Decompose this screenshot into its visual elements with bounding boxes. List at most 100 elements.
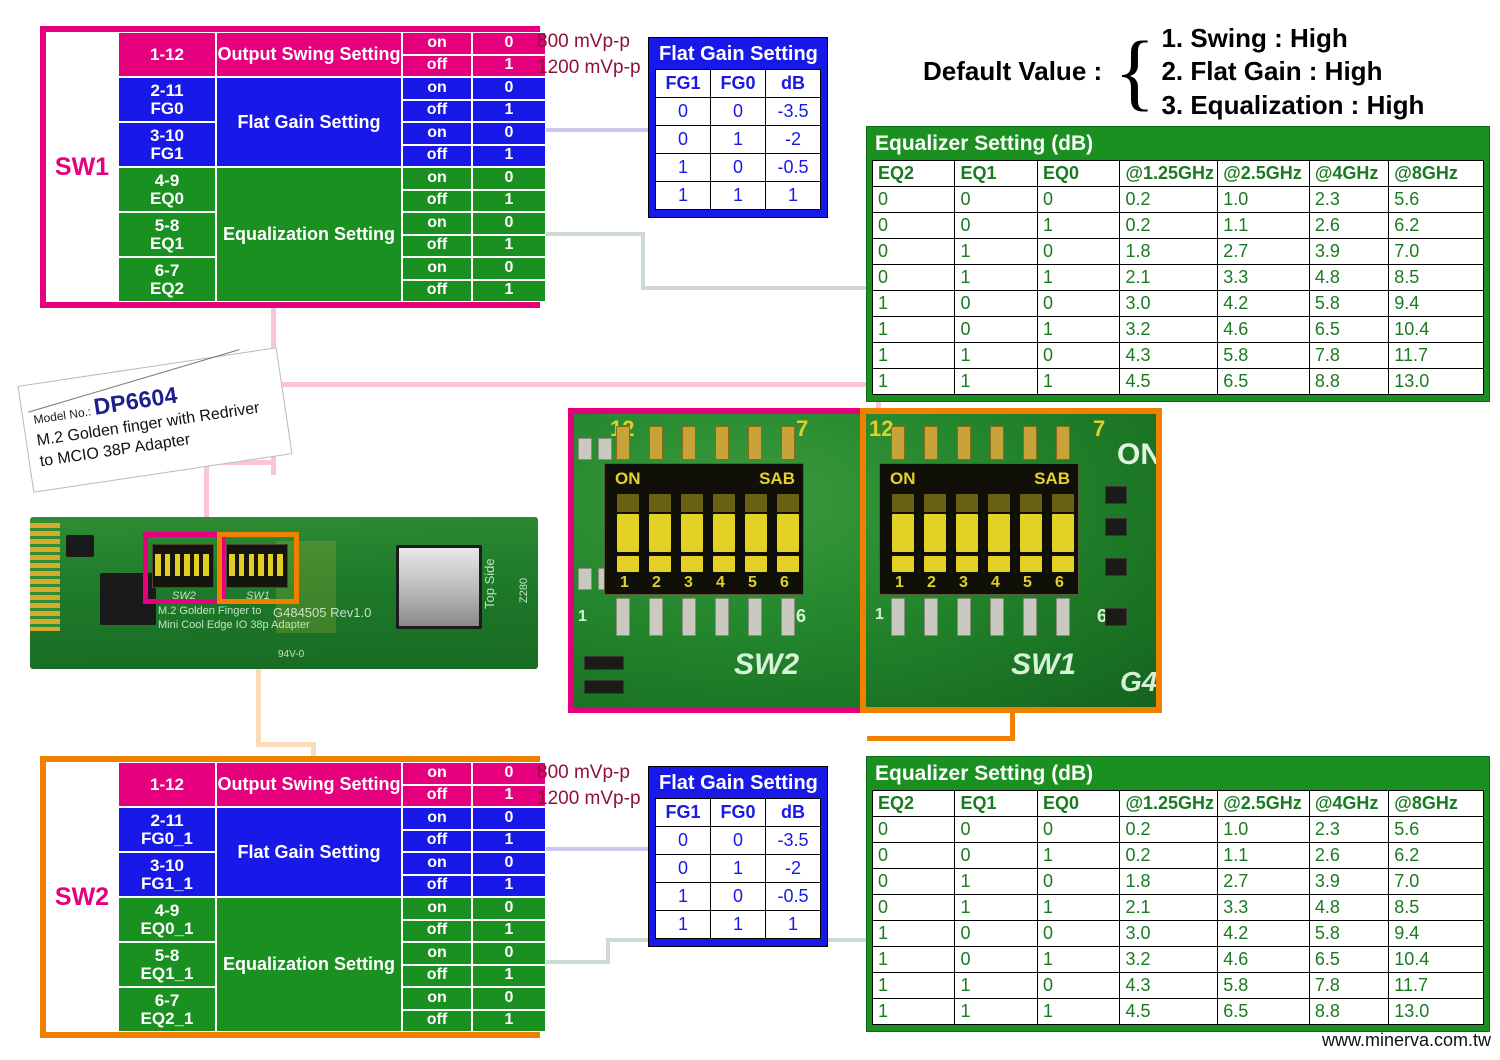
sw1-value: 1: [472, 144, 546, 167]
sw1-pin-2-11: 2-11 FG0: [118, 77, 216, 122]
cell: 1.1: [1217, 212, 1310, 239]
col-eq0: EQ0: [1036, 160, 1121, 187]
sw1-desc-equalization: Equalization Setting: [216, 167, 402, 302]
default-item-equalization: 3. Equalization : High: [1161, 89, 1425, 120]
table-row: 1 1 1 4.5 6.5 8.8 13.0: [871, 368, 1484, 395]
equalizer-table-bottom: Equalizer Setting (dB) EQ2 EQ1 EQ0 @1.25…: [866, 756, 1490, 1032]
table-row: 0 1 0 1.8 2.7 3.9 7.0: [871, 868, 1484, 895]
cell: 8.8: [1308, 368, 1390, 395]
cell: 3.0: [1119, 290, 1219, 317]
cell: 2.6: [1308, 212, 1390, 239]
sw1-value: 1: [472, 234, 546, 257]
cell: 2.7: [1217, 238, 1310, 265]
cell: 4.6: [1217, 316, 1310, 343]
sw1-value: 1: [472, 279, 546, 302]
cell: 1: [871, 342, 956, 369]
sw2-table: SW2 1-12 Output Swing Setting on 0 off 1…: [40, 756, 546, 1038]
cell: 5.8: [1308, 290, 1390, 317]
cell: -2: [765, 854, 821, 883]
col-8ghz: @8GHz: [1388, 160, 1484, 187]
cell: 7.8: [1308, 972, 1390, 999]
diagram-page: SW1 1-12 Output Swing Setting on 0 off 1…: [0, 0, 1500, 1060]
sw2-pin-6-7: 6-7 EQ2_1: [118, 987, 216, 1032]
cell: 0.2: [1119, 842, 1219, 869]
sw2-value: 0: [472, 942, 546, 965]
connector-sw1-equalizer-h1: [535, 232, 645, 236]
cell: 1: [871, 290, 956, 317]
table-row: 0 1 -2: [655, 125, 821, 154]
cell: 0: [1036, 238, 1121, 265]
cell: -3.5: [765, 97, 821, 126]
sw2-value: 0: [472, 807, 546, 830]
cell: 11.7: [1388, 972, 1484, 999]
cell: 10.4: [1388, 946, 1484, 973]
cell: -0.5: [765, 153, 821, 182]
table-header-row: EQ2 EQ1 EQ0 @1.25GHz @2.5GHz @4GHz @8GHz: [871, 160, 1484, 187]
sw1-state: on: [402, 167, 472, 190]
cell: 4.8: [1308, 894, 1390, 921]
sw2-pin-2-11: 2-11 FG0_1: [118, 807, 216, 852]
cell: 0: [1036, 972, 1121, 999]
pcb-silk-rev: G484505 Rev1.0: [273, 605, 372, 620]
default-value-items: 1. Swing : High 2. Flat Gain : High 3. E…: [1161, 22, 1424, 122]
connector-sw2-equalizer-h1: [535, 960, 610, 964]
sw1-pin-4-9: 4-9 EQ0: [118, 167, 216, 212]
cell: 4.8: [1308, 264, 1390, 291]
table-row: 1 0 -0.5: [655, 882, 821, 911]
col-4ghz: @4GHz: [1308, 790, 1390, 817]
cell: 1: [710, 854, 766, 883]
cell: 11.7: [1388, 342, 1484, 369]
cell: 0: [871, 238, 956, 265]
cell: 1: [954, 998, 1038, 1025]
sw2-state: on: [402, 897, 472, 920]
pcb-gold-fingers: [30, 523, 60, 631]
pcb-silk-line1: M.2 Golden Finger to: [158, 605, 262, 617]
cell: 5.8: [1308, 920, 1390, 947]
sw2-value: 1: [472, 784, 546, 807]
cell: 1: [765, 910, 821, 939]
cell: 1: [954, 264, 1038, 291]
dip-photo-highlight-sw1: [860, 408, 1162, 713]
cell: 0.2: [1119, 816, 1219, 843]
connector-sw1-equalizer-v: [641, 232, 645, 290]
cell: 8.8: [1308, 998, 1390, 1025]
sw2-state: off: [402, 1009, 472, 1032]
footer-url[interactable]: www.minerva.com.tw: [1322, 1030, 1491, 1051]
sw2-value: 1: [472, 1009, 546, 1032]
col-4ghz: @4GHz: [1308, 160, 1390, 187]
col-eq2: EQ2: [871, 160, 956, 187]
sw1-pin-1-12: 1-12: [118, 32, 216, 77]
cell: -0.5: [765, 882, 821, 911]
cell: 1: [871, 368, 956, 395]
table-row: 1 0 0 3.0 4.2 5.8 9.4: [871, 920, 1484, 947]
cell: 1: [1036, 998, 1121, 1025]
cell: 1: [1036, 316, 1121, 343]
default-item-swing: 1. Swing : High: [1161, 23, 1348, 53]
cell: 1.8: [1119, 868, 1219, 895]
cell: 1.1: [1217, 842, 1310, 869]
sw1-pin-3-10: 3-10 FG1: [118, 122, 216, 167]
col-eq1: EQ1: [954, 160, 1038, 187]
cell: 4.5: [1119, 368, 1219, 395]
sw2-state: on: [402, 852, 472, 875]
col-fg1: FG1: [655, 69, 711, 98]
pcb-silk-sw1: SW1: [246, 590, 270, 602]
table-row: 1 1 0 4.3 5.8 7.8 11.7: [871, 972, 1484, 999]
cell: 7.8: [1308, 342, 1390, 369]
sw2-state: off: [402, 919, 472, 942]
cell: 1: [765, 181, 821, 210]
sw2-desc-flat-gain: Flat Gain Setting: [216, 807, 402, 897]
sw2-state: on: [402, 987, 472, 1010]
cell: 2.3: [1308, 186, 1390, 213]
table-row: 0 1 1 2.1 3.3 4.8 8.5: [871, 264, 1484, 291]
flat-gain-title: Flat Gain Setting: [659, 772, 818, 794]
pcb-silk-line2: Mini Cool Edge IO 38p Adapter: [158, 619, 310, 631]
col-fg0: FG0: [710, 798, 766, 827]
sw1-state: off: [402, 54, 472, 77]
cell: 4.6: [1217, 946, 1310, 973]
cell: 0: [710, 97, 766, 126]
connector-pcb-sw2-v1: [256, 658, 261, 746]
cell: 6.2: [1388, 212, 1484, 239]
cell: 10.4: [1388, 316, 1484, 343]
cell: 0.2: [1119, 212, 1219, 239]
